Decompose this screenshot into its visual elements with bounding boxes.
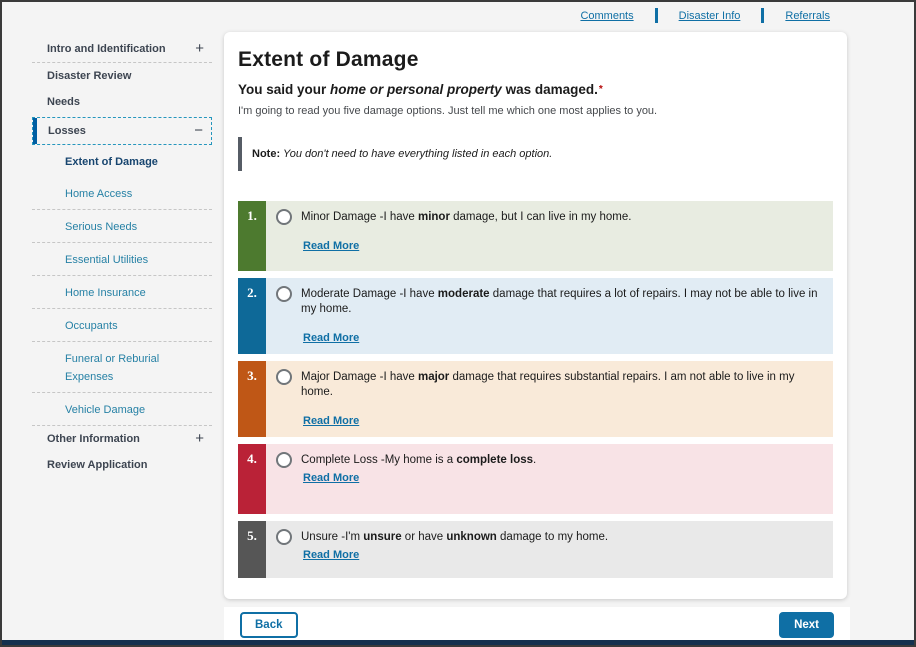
sidebar-item-label: Funeral or Reburial Expenses	[65, 353, 159, 383]
sidebar-item-extent-of-damage[interactable]: Extent of Damage	[32, 145, 212, 177]
subtitle-italic-text: home or personal property	[330, 82, 502, 97]
main-content-panel: Extent of Damage You said your home or p…	[224, 32, 847, 599]
sidebar-item-occupants[interactable]: Occupants	[32, 309, 212, 342]
option-label: Moderate Damage -I have moderate damage …	[301, 287, 821, 317]
option-row-minor-damage: 1. Minor Damage -I have minor damage, bu…	[238, 201, 833, 271]
read-more-link[interactable]: Read More	[303, 472, 359, 484]
nav-separator	[655, 8, 658, 23]
option-label: Major Damage -I have major damage that r…	[301, 370, 821, 400]
minus-icon[interactable]: −	[194, 126, 203, 136]
option-row-unsure: 5. Unsure -I'm unsure or have unknown da…	[238, 521, 833, 578]
back-button[interactable]: Back	[240, 612, 298, 638]
radio-button[interactable]	[276, 452, 292, 468]
required-asterisk: *	[599, 84, 603, 95]
instruction-text: I'm going to read you five damage option…	[238, 105, 833, 117]
note-box: Note: You don't need to have everything …	[238, 137, 833, 171]
page-title: Extent of Damage	[238, 48, 833, 72]
plus-icon[interactable]: +	[195, 434, 204, 444]
option-number-badge: 1.	[238, 201, 266, 271]
option-row-moderate-damage: 2. Moderate Damage -I have moderate dama…	[238, 278, 833, 354]
footer-button-bar: Back Next	[224, 607, 850, 642]
sidebar-item-other-information[interactable]: Other Information +	[32, 426, 212, 452]
sidebar-item-funeral-or-reburial-expenses[interactable]: Funeral or Reburial Expenses	[32, 342, 212, 393]
app-window: Comments Disaster Info Referrals Intro a…	[0, 0, 916, 647]
sidebar-item-home-insurance[interactable]: Home Insurance	[32, 276, 212, 309]
note-text: You don't need to have everything listed…	[280, 148, 552, 160]
sidebar-item-label: Losses	[48, 125, 86, 137]
option-row-major-damage: 3. Major Damage -I have major damage tha…	[238, 361, 833, 437]
sidebar-item-label: Occupants	[65, 320, 118, 332]
sidebar-item-label: Needs	[47, 96, 80, 108]
option-number-badge: 4.	[238, 444, 266, 514]
disaster-info-link[interactable]: Disaster Info	[679, 10, 741, 22]
subtitle-text: You said your	[238, 82, 330, 97]
sidebar-item-vehicle-damage[interactable]: Vehicle Damage	[32, 393, 212, 426]
sidebar-item-essential-utilities[interactable]: Essential Utilities	[32, 243, 212, 276]
option-body: Minor Damage -I have minor damage, but I…	[266, 201, 833, 271]
footer-strip	[2, 640, 914, 645]
sidebar-item-serious-needs[interactable]: Serious Needs	[32, 210, 212, 243]
sidebar-item-label: Essential Utilities	[65, 254, 148, 266]
option-body: Unsure -I'm unsure or have unknown damag…	[266, 521, 833, 578]
sidebar-item-label: Intro and Identification	[47, 43, 166, 55]
radio-button[interactable]	[276, 286, 292, 302]
option-label: Complete Loss -My home is a complete los…	[301, 453, 536, 468]
read-more-link[interactable]: Read More	[303, 332, 359, 344]
radio-button[interactable]	[276, 209, 292, 225]
plus-icon[interactable]: +	[195, 44, 204, 54]
sidebar-item-review-application[interactable]: Review Application	[32, 452, 212, 478]
sidebar-item-label: Serious Needs	[65, 221, 137, 233]
top-nav: Comments Disaster Info Referrals	[580, 8, 830, 23]
option-row-complete-loss: 4. Complete Loss -My home is a complete …	[238, 444, 833, 514]
sidebar-item-label: Vehicle Damage	[65, 404, 145, 416]
sidebar-item-label: Home Access	[65, 188, 132, 200]
damage-options-list: 1. Minor Damage -I have minor damage, bu…	[238, 201, 833, 578]
radio-button[interactable]	[276, 369, 292, 385]
subtitle-text: was damaged.	[502, 82, 598, 97]
sidebar-item-losses[interactable]: Losses −	[32, 117, 212, 145]
sidebar-item-disaster-review[interactable]: Disaster Review	[32, 63, 212, 89]
option-label: Minor Damage -I have minor damage, but I…	[301, 210, 631, 225]
sidebar-item-label: Extent of Damage	[65, 156, 158, 168]
option-body: Complete Loss -My home is a complete los…	[266, 444, 833, 514]
option-body: Moderate Damage -I have moderate damage …	[266, 278, 833, 354]
option-number-badge: 2.	[238, 278, 266, 354]
option-number-badge: 3.	[238, 361, 266, 437]
read-more-link[interactable]: Read More	[303, 549, 359, 561]
nav-separator	[761, 8, 764, 23]
note-label: Note:	[252, 148, 280, 160]
sidebar-item-label: Disaster Review	[47, 70, 131, 82]
option-number-badge: 5.	[238, 521, 266, 578]
sidebar-nav: Intro and Identification + Disaster Revi…	[32, 36, 212, 478]
read-more-link[interactable]: Read More	[303, 240, 359, 252]
sidebar-item-label: Home Insurance	[65, 287, 146, 299]
sidebar-item-needs[interactable]: Needs	[32, 89, 212, 115]
next-button[interactable]: Next	[779, 612, 834, 638]
referrals-link[interactable]: Referrals	[785, 10, 830, 22]
comments-link[interactable]: Comments	[580, 10, 633, 22]
sidebar-item-label: Other Information	[47, 433, 140, 445]
option-label: Unsure -I'm unsure or have unknown damag…	[301, 530, 608, 545]
sidebar-item-home-access[interactable]: Home Access	[32, 177, 212, 210]
question-subtitle: You said your home or personal property …	[238, 82, 833, 97]
option-body: Major Damage -I have major damage that r…	[266, 361, 833, 437]
sidebar-item-label: Review Application	[47, 459, 147, 471]
radio-button[interactable]	[276, 529, 292, 545]
read-more-link[interactable]: Read More	[303, 415, 359, 427]
sidebar-item-intro-and-identification[interactable]: Intro and Identification +	[32, 36, 212, 63]
